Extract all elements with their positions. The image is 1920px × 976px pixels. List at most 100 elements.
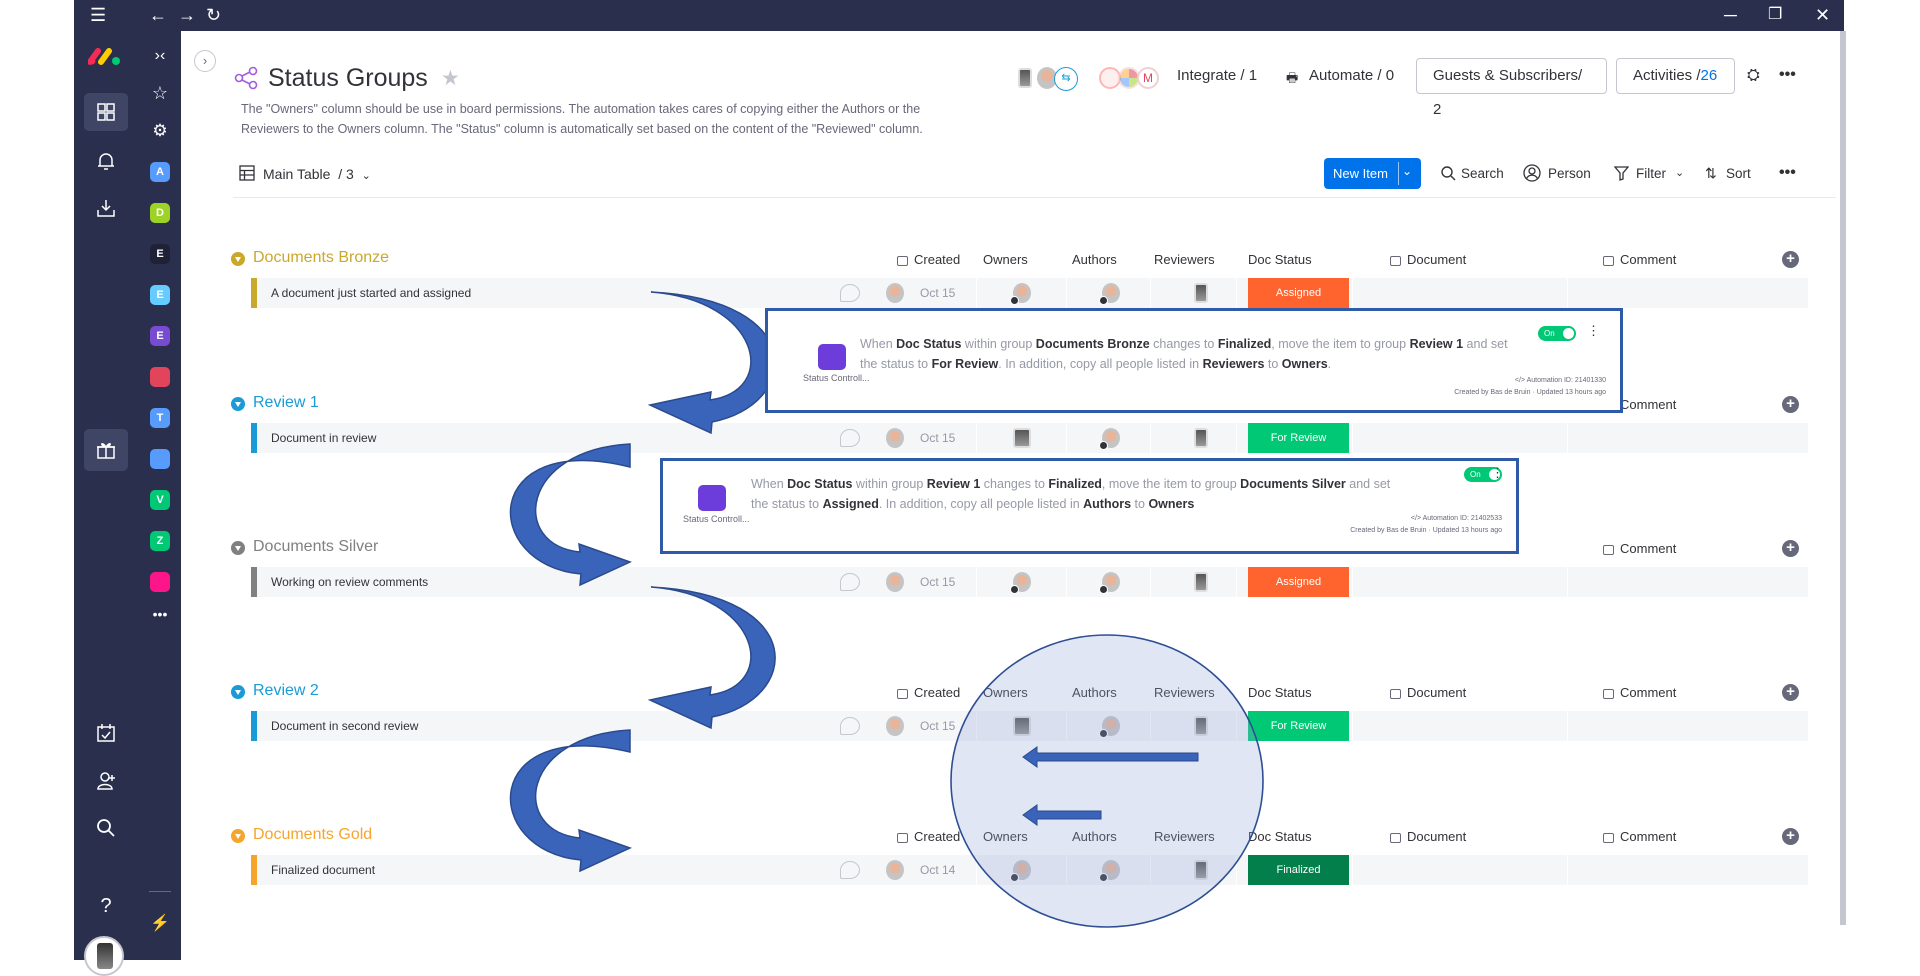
column-header-document[interactable]: Document [1407, 252, 1466, 267]
reviewers-avatar[interactable] [1194, 860, 1208, 880]
doc-status-label[interactable]: Assigned [1248, 567, 1349, 597]
conversation-icon[interactable] [840, 861, 860, 879]
my-work-calendar-icon[interactable] [96, 723, 116, 743]
nav-workspace-active[interactable] [84, 93, 128, 131]
reviewers-avatar[interactable] [1194, 716, 1208, 736]
column-header-comment[interactable]: Comment [1620, 829, 1676, 844]
integrate-button[interactable]: Integrate / 1 [1177, 67, 1257, 84]
workspace-icon-2[interactable]: D [150, 203, 170, 223]
hamburger-menu-icon[interactable]: ☰ [90, 4, 106, 26]
bell-icon[interactable] [96, 151, 116, 171]
workspace-icon-7[interactable]: T [150, 408, 170, 428]
add-column-icon[interactable]: + [1782, 684, 1799, 701]
item-name[interactable]: Document in second review [271, 719, 418, 733]
group-collapse-icon[interactable] [231, 252, 245, 266]
workspace-icon-8[interactable] [150, 449, 170, 469]
automation-toggle[interactable]: On [1538, 326, 1576, 341]
automation-more-icon[interactable]: ⋮ [1491, 465, 1504, 481]
subscriber-avatar-1[interactable] [1018, 68, 1032, 88]
group-title[interactable]: Documents Silver [253, 538, 378, 556]
reviewers-avatar[interactable] [1194, 283, 1208, 303]
column-header-owners[interactable]: Owners [983, 252, 1028, 267]
item-name[interactable]: A document just started and assigned [271, 286, 471, 300]
conversation-icon[interactable] [840, 429, 860, 447]
guests-subscribers-button[interactable]: Guests & Subscribers/ 2 [1416, 58, 1607, 118]
search-icon[interactable] [96, 818, 116, 838]
doc-status-label[interactable]: For Review [1248, 423, 1349, 453]
item-name[interactable]: Finalized document [271, 863, 375, 877]
workspace-icon-3[interactable]: E [150, 244, 170, 264]
filter-chevron-icon[interactable]: ⌄ [1675, 166, 1684, 179]
new-item-chevron-icon[interactable]: ⌄ [1402, 164, 1412, 178]
column-header-document[interactable]: Document [1407, 685, 1466, 700]
column-header-created[interactable]: Created [914, 252, 960, 267]
inbox-download-icon[interactable] [96, 198, 116, 218]
reviewers-avatar[interactable] [1194, 572, 1208, 592]
toolbar-more-icon[interactable]: ••• [1779, 164, 1796, 182]
group-collapse-icon[interactable] [231, 829, 245, 843]
add-column-icon[interactable]: + [1782, 828, 1799, 845]
group-title[interactable]: Review 1 [253, 394, 319, 412]
owners-avatar[interactable] [1013, 428, 1031, 448]
sort-button[interactable]: Sort [1726, 166, 1751, 181]
workspace-icon-1[interactable]: A [150, 162, 170, 182]
robot-assistant-icon[interactable]: ⛭ [1747, 67, 1760, 85]
conversation-icon[interactable] [840, 284, 860, 302]
more-workspaces-icon[interactable]: ••• [140, 606, 180, 622]
column-header-doc_status[interactable]: Doc Status [1248, 252, 1312, 267]
column-header-comment[interactable]: Comment [1620, 541, 1676, 556]
conversation-icon[interactable] [840, 573, 860, 591]
new-item-button[interactable]: New Item ⌄ [1324, 158, 1421, 189]
workspace-icon-5[interactable]: E [150, 326, 170, 346]
add-column-icon[interactable]: + [1782, 396, 1799, 413]
column-header-document[interactable]: Document [1407, 829, 1466, 844]
workspace-icon-10[interactable]: Z [150, 531, 170, 551]
activities-button[interactable]: Activities /26 [1616, 58, 1735, 94]
doc-status-label[interactable]: Finalized [1248, 855, 1349, 885]
automation-card[interactable]: Status Controll... On ⋮ When Doc Status wit… [660, 458, 1519, 554]
column-header-comment[interactable]: Comment [1620, 685, 1676, 700]
add-column-icon[interactable]: + [1782, 251, 1799, 268]
invite-members-icon[interactable] [96, 771, 116, 791]
owners-avatar[interactable] [1013, 716, 1031, 736]
guest-avatar-icon[interactable]: ⇆ [1054, 67, 1078, 91]
collapse-icon[interactable]: ›‹ [140, 47, 180, 65]
group-collapse-icon[interactable] [231, 685, 245, 699]
column-header-authors[interactable]: Authors [1072, 829, 1117, 844]
person-filter-button[interactable]: Person [1548, 166, 1591, 181]
conversation-icon[interactable] [840, 717, 860, 735]
column-header-comment[interactable]: Comment [1620, 252, 1676, 267]
search-button[interactable]: Search [1461, 166, 1504, 181]
add-column-icon[interactable]: + [1782, 540, 1799, 557]
close-icon[interactable]: ✕ [1815, 4, 1830, 26]
admin-gears-icon[interactable]: ⚙ [140, 121, 180, 141]
reload-icon[interactable]: ↻ [206, 4, 221, 26]
group-collapse-icon[interactable] [231, 397, 245, 411]
gmail-icon[interactable]: M [1137, 67, 1159, 89]
column-header-authors[interactable]: Authors [1072, 252, 1117, 267]
doc-status-label[interactable]: Assigned [1248, 278, 1349, 308]
workspace-icon-9[interactable]: V [150, 490, 170, 510]
board-title[interactable]: Status Groups [268, 64, 428, 93]
item-name[interactable]: Document in review [271, 431, 376, 445]
column-header-reviewers[interactable]: Reviewers [1154, 252, 1215, 267]
workspace-icon-4[interactable]: E [150, 285, 170, 305]
reviewers-avatar[interactable] [1194, 428, 1208, 448]
column-header-created[interactable]: Created [914, 829, 960, 844]
column-header-doc_status[interactable]: Doc Status [1248, 685, 1312, 700]
minimize-icon[interactable]: ─ [1724, 4, 1737, 26]
column-header-owners[interactable]: Owners [983, 829, 1028, 844]
column-header-authors[interactable]: Authors [1072, 685, 1117, 700]
column-header-reviewers[interactable]: Reviewers [1154, 685, 1215, 700]
board-more-icon[interactable]: ••• [1779, 66, 1796, 84]
doc-status-label[interactable]: For Review [1248, 711, 1349, 741]
column-header-doc_status[interactable]: Doc Status [1248, 829, 1312, 844]
gift-button[interactable] [84, 429, 128, 471]
workspace-icon-6[interactable] [150, 367, 170, 387]
automate-button[interactable]: Automate / 0 [1309, 67, 1394, 84]
expand-sidebar-button[interactable]: › [194, 50, 216, 72]
filter-button[interactable]: Filter [1636, 166, 1666, 181]
maximize-icon[interactable]: ❐ [1768, 4, 1782, 26]
item-name[interactable]: Working on review comments [271, 575, 428, 589]
workspace-icon-11[interactable] [150, 572, 170, 592]
